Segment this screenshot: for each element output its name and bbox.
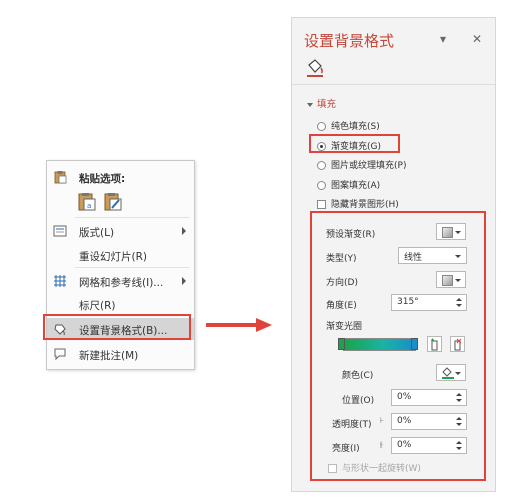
spin-up-icon[interactable] [456,441,462,444]
layout-icon [53,225,67,237]
fill-bucket-icon[interactable] [305,58,325,78]
paste-use-destination-theme-icon[interactable]: a [77,192,97,212]
fill-section-header[interactable]: 填充 [307,96,336,110]
menu-item-label: 标尺(R) [79,300,116,312]
option-label: 图案填充(A) [331,181,381,191]
transparency-label: 透明度(T) [332,420,372,430]
menu-item-new-comment[interactable]: 新建批注(M) [47,344,194,364]
menu-item-layout[interactable]: 版式(L) [47,221,194,241]
angle-input[interactable]: 315° [391,294,467,311]
radio-icon [317,161,326,170]
comment-icon [54,348,66,361]
brightness-input[interactable]: 0% [391,437,467,454]
gradient-stops-label: 渐变光圈 [326,322,363,332]
highlight-frame [43,314,191,340]
submenu-arrow-icon [182,227,186,235]
option-label: 隐藏背景图形(H) [331,200,399,210]
menu-item-label: 网格和参考线(I)... [79,277,164,289]
preset-gradient-label: 预设渐变(R) [326,230,376,240]
dropdown-arrow-icon [455,372,461,375]
clipboard-icon [54,171,67,184]
paste-options-header: 粘贴选项: [47,167,194,187]
menu-item-label: 重设幻灯片(R) [79,251,147,263]
spin-down-icon[interactable] [456,447,462,450]
angle-label: 角度(E) [326,301,357,311]
collapse-icon [307,102,313,107]
position-value: 0% [397,392,412,402]
grid-icon [54,275,66,287]
direction-button[interactable] [436,271,466,288]
menu-item-ruler[interactable]: 标尺(R) [47,294,194,314]
color-label: 颜色(C) [342,371,374,381]
spin-down-icon[interactable] [456,423,462,426]
spin-up-icon[interactable] [456,393,462,396]
radio-icon [317,181,326,190]
radio-solid-fill[interactable]: 纯色填充(S) [317,119,380,132]
menu-item-label: 版式(L) [79,227,115,239]
type-value: 线性 [404,253,423,263]
radio-picture-fill[interactable]: 图片或纹理填充(P) [317,158,406,171]
checkbox-rotate-with-shape[interactable]: 与形状一起旋转(W) [328,461,421,474]
brightness-value: 0% [397,440,412,450]
transparency-value: 0% [397,416,412,426]
checkbox-icon [317,200,326,209]
pane-title: 设置背景格式 [304,32,395,50]
menu-separator [75,267,190,268]
transparency-input[interactable]: 0% [391,413,467,430]
direction-swatch-icon [442,275,453,286]
menu-separator [75,217,190,218]
close-icon[interactable]: ✕ [472,32,482,46]
dropdown-arrow-icon [455,279,461,282]
pane-options-chevron-icon[interactable]: ▾ [440,32,446,46]
pane-divider [292,84,495,85]
remove-stop-icon [454,338,462,351]
menu-item-label: 新建批注(M) [79,350,139,362]
type-label: 类型(Y) [326,254,357,264]
gradient-swatch-icon [442,227,453,238]
dropdown-arrow-icon [455,255,461,258]
submenu-arrow-icon [182,277,186,285]
gradient-stops-bar[interactable] [343,338,416,351]
spin-up-icon[interactable] [456,417,462,420]
angle-value: 315° [397,297,419,307]
spin-down-icon[interactable] [456,304,462,307]
paste-keep-source-formatting-icon[interactable] [103,192,123,212]
add-stop-icon [431,338,438,351]
position-label: 位置(O) [342,396,375,406]
brightness-slider-icon[interactable]: ⫲ [380,440,383,450]
highlight-frame [309,134,400,153]
brightness-label: 亮度(I) [332,444,360,454]
remove-gradient-stop-button[interactable] [450,336,465,352]
menu-item-grid-guides[interactable]: 网格和参考线(I)... [47,271,194,291]
spin-down-icon[interactable] [456,399,462,402]
svg-text:a: a [87,202,91,210]
position-input[interactable]: 0% [391,389,467,406]
radio-icon [317,122,326,131]
gradient-stop-start[interactable] [338,338,345,350]
option-label: 图片或纹理填充(P) [331,161,407,171]
dropdown-arrow-icon [455,231,461,234]
spin-up-icon[interactable] [456,298,462,301]
paste-options-label: 粘贴选项: [79,173,126,185]
transparency-slider-icon[interactable]: ⊦ [380,416,384,425]
add-gradient-stop-button[interactable] [427,336,442,352]
gradient-stop-end[interactable] [411,338,418,350]
type-select[interactable]: 线性 [398,247,467,264]
preset-gradient-button[interactable] [436,223,466,240]
fill-section-label: 填充 [317,99,337,110]
color-picker-button[interactable] [436,364,466,381]
checkbox-hide-background[interactable]: 隐藏背景图形(H) [317,197,399,210]
option-label: 与形状一起旋转(W) [342,464,421,474]
paint-bucket-icon [442,367,454,379]
menu-item-reset-slide[interactable]: 重设幻灯片(R) [47,245,194,265]
pointer-arrow-icon [206,318,272,332]
direction-label: 方向(D) [326,278,358,288]
option-label: 纯色填充(S) [331,122,380,132]
radio-pattern-fill[interactable]: 图案填充(A) [317,178,380,191]
checkbox-icon [328,464,337,473]
